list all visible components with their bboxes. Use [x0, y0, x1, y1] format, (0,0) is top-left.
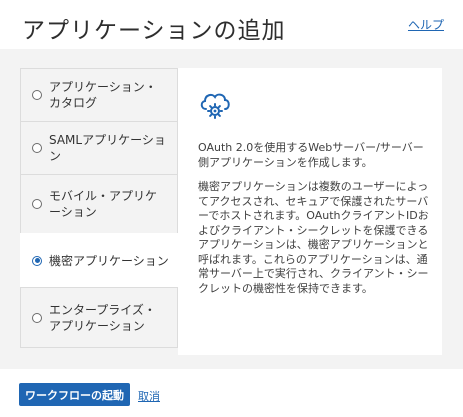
option-label: モバイル・アプリケーション [49, 189, 158, 219]
header: アプリケーションの追加 ヘルプ [0, 0, 463, 49]
option-label: 機密アプリケーション [49, 253, 169, 268]
option-label: アプリケーション・カタログ [49, 80, 157, 110]
cloud-gear-icon [200, 93, 230, 119]
option-label: SAMLアプリケーション [49, 133, 166, 163]
footer: ワークフローの起動 取消 [0, 369, 463, 417]
radio-button[interactable] [32, 199, 42, 209]
option-application-catalog[interactable]: アプリケーション・カタログ [20, 68, 178, 122]
radio-button[interactable] [32, 312, 42, 323]
cancel-link[interactable]: 取消 [138, 388, 160, 404]
option-confidential-application[interactable]: 機密アプリケーション [20, 233, 178, 288]
panel-summary: OAuth 2.0を使用するWebサーバー/サーバー側アプリケーションを作成しま… [198, 141, 424, 169]
radio-button[interactable] [32, 143, 42, 153]
panel-description: 機密アプリケーションは複数のユーザーによってアクセスされ、セキュアで保護されたサ… [198, 180, 429, 295]
option-enterprise-application[interactable]: エンタープライズ・アプリケーション [20, 287, 178, 348]
option-saml-application[interactable]: SAMLアプリケーション [20, 121, 178, 175]
radio-button-selected[interactable] [32, 255, 42, 266]
option-label: エンタープライズ・アプリケーション [49, 302, 156, 333]
application-type-list: アプリケーション・カタログ SAMLアプリケーション モバイル・アプリケーション… [20, 68, 178, 348]
help-link[interactable]: ヘルプ [408, 16, 444, 33]
launch-workflow-button[interactable]: ワークフローの起動 [19, 383, 130, 406]
content-area: アプリケーション・カタログ SAMLアプリケーション モバイル・アプリケーション… [0, 49, 463, 369]
radio-button[interactable] [32, 90, 42, 100]
option-mobile-application[interactable]: モバイル・アプリケーション [20, 174, 178, 234]
panel-text: OAuth 2.0を使用するWebサーバー/サーバー側アプリケーションを作成しま… [198, 141, 434, 306]
page-title: アプリケーションの追加 [22, 18, 286, 44]
description-panel: OAuth 2.0を使用するWebサーバー/サーバー側アプリケーションを作成しま… [178, 68, 442, 355]
